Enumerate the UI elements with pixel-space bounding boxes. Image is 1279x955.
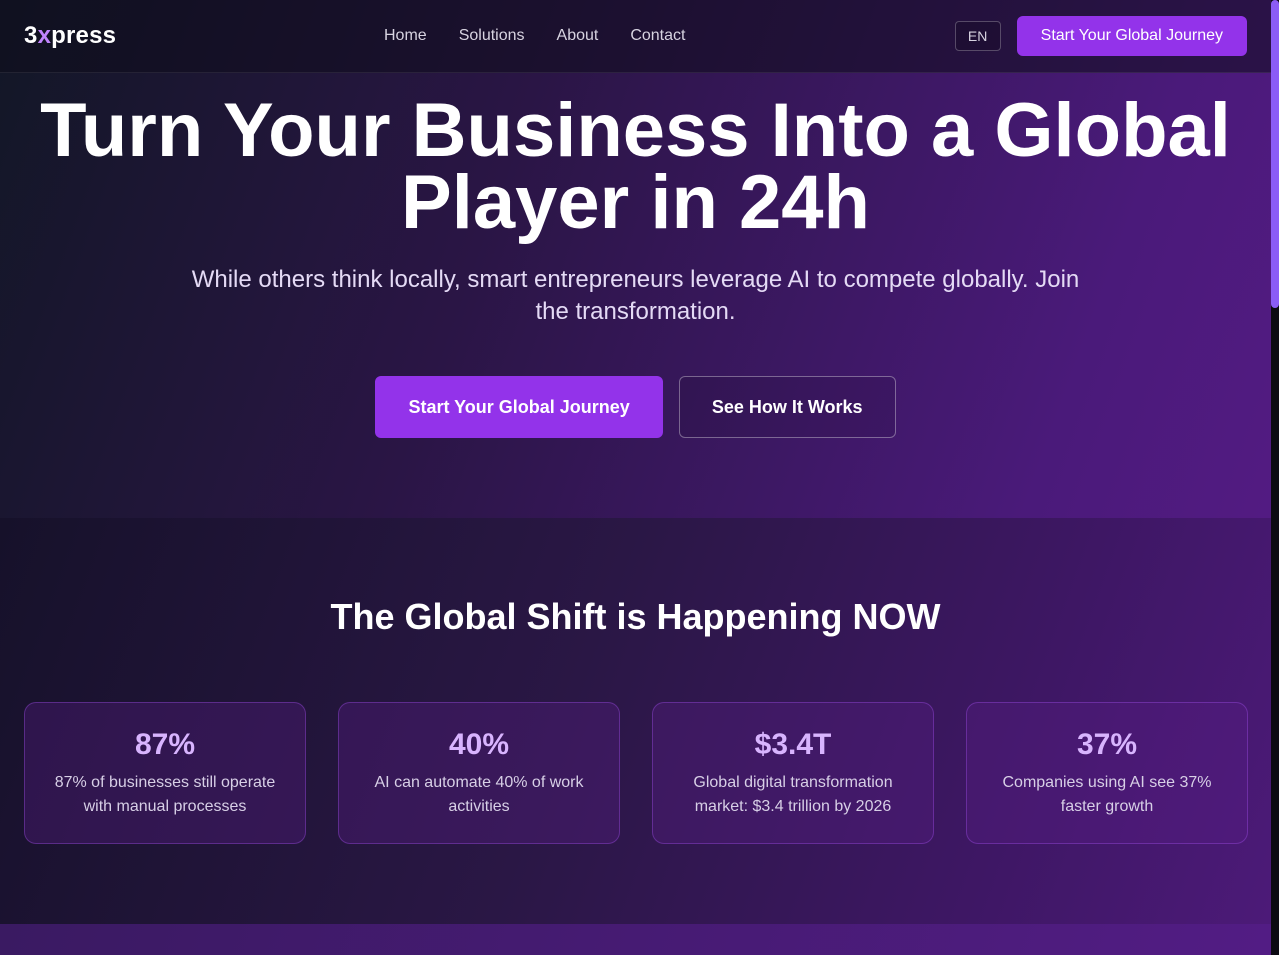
stat-value: 87% — [134, 728, 196, 761]
stat-card: 37% Companies using AI see 37% faster gr… — [966, 702, 1248, 844]
stats-section: The Global Shift is Happening NOW 87% 87… — [0, 518, 1271, 924]
stat-card: 87% 87% of businesses still operate with… — [24, 702, 306, 844]
hero-buttons: Start Your Global Journey See How It Wor… — [0, 376, 1271, 438]
page-scrollbar[interactable] — [1271, 0, 1279, 955]
logo-prefix: 3 — [24, 22, 38, 49]
nav-link-solutions[interactable]: Solutions — [459, 27, 525, 45]
next-section-edge — [0, 924, 1271, 955]
stat-description: Companies using AI see 37% faster growth — [1002, 774, 1212, 815]
stat-description: Global digital transformation market: $3… — [693, 774, 893, 815]
stats-heading: The Global Shift is Happening NOW — [330, 596, 941, 637]
hero-section: Turn Your Business Into a Global Player … — [0, 73, 1271, 518]
nav-links: Home Solutions About Contact — [384, 0, 685, 72]
hero-subtitle: While others think locally, smart entrep… — [191, 266, 1080, 325]
stat-description: 87% of businesses still operate with man… — [54, 774, 276, 815]
top-nav: 3xpress Home Solutions About Contact EN … — [0, 0, 1271, 73]
stat-value: 37% — [1076, 728, 1138, 761]
nav-actions: EN Start Your Global Journey — [954, 16, 1247, 56]
nav-link-about[interactable]: About — [557, 27, 599, 45]
nav-cta-button[interactable]: Start Your Global Journey — [1016, 16, 1247, 56]
page: 3xpress Home Solutions About Contact EN … — [0, 0, 1271, 955]
logo[interactable]: 3xpress — [24, 22, 116, 50]
see-how-it-works-button[interactable]: See How It Works — [678, 376, 896, 438]
stat-card: $3.4T Global digital transformation mark… — [652, 702, 934, 844]
stats-cards: 87% 87% of businesses still operate with… — [24, 702, 1248, 844]
stat-value: 40% — [448, 728, 510, 761]
start-journey-button[interactable]: Start Your Global Journey — [375, 376, 663, 438]
scrollbar-thumb[interactable] — [1271, 0, 1279, 308]
nav-link-home[interactable]: Home — [384, 27, 427, 45]
nav-link-contact[interactable]: Contact — [630, 27, 685, 45]
stat-description: AI can automate 40% of work activities — [374, 774, 584, 815]
stat-card: 40% AI can automate 40% of work activiti… — [338, 702, 620, 844]
logo-x: x — [37, 22, 52, 49]
logo-suffix: press — [51, 22, 117, 49]
language-selector[interactable]: EN — [954, 21, 1001, 51]
hero-title: Turn Your Business Into a Global Player … — [40, 88, 1231, 245]
stat-value: $3.4T — [754, 728, 832, 761]
